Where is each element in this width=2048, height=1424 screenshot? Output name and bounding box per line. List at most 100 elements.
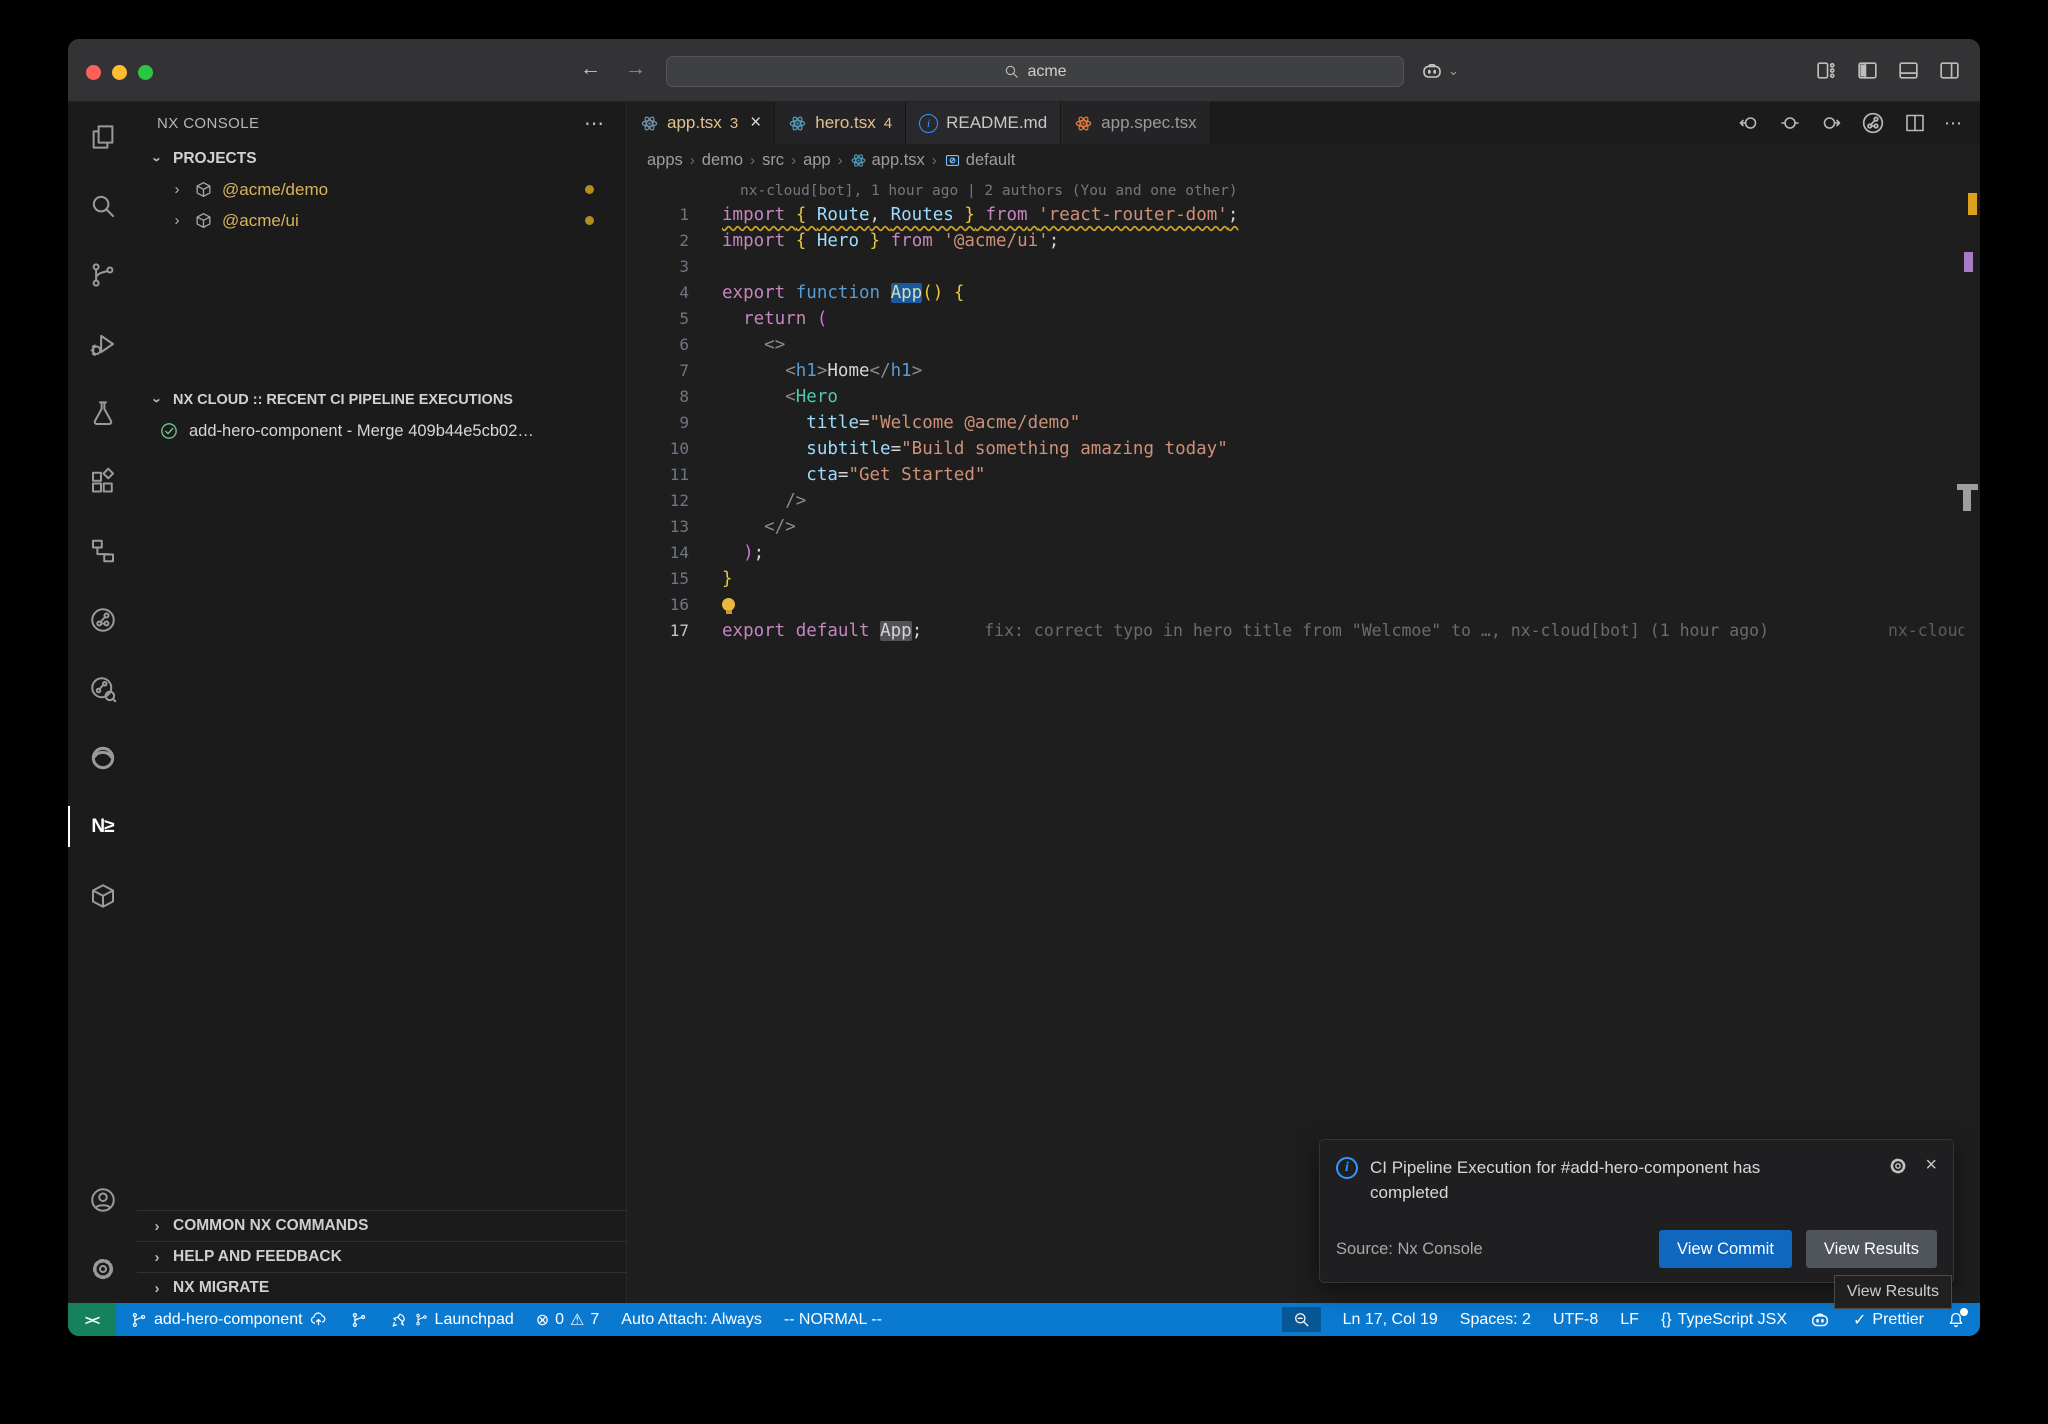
search-view-icon[interactable] [68, 171, 137, 240]
tab-readme-md[interactable]: i README.md [906, 102, 1061, 144]
breadcrumb-apps[interactable]: apps [647, 151, 683, 170]
code-line[interactable]: 12 /> [627, 488, 1980, 514]
nx-console-icon[interactable]: N≥ [68, 792, 137, 861]
symbol-icon [944, 152, 961, 169]
command-center-search[interactable]: acme [666, 56, 1404, 87]
code-line[interactable]: 6 <> [627, 332, 1980, 358]
bell-icon [1946, 1310, 1966, 1330]
code-line[interactable]: 8 <Hero [627, 384, 1980, 410]
more-actions-icon[interactable]: ⋯ [1944, 113, 1964, 134]
nav-forward-icon[interactable]: → [625, 57, 646, 81]
breadcrumb-demo[interactable]: demo [702, 151, 743, 170]
code-line[interactable]: 4export function App() { [627, 280, 1980, 306]
launchpad-item[interactable]: Launchpad [390, 1311, 514, 1329]
notification-settings-gear-icon[interactable] [1887, 1155, 1909, 1177]
project-details-icon[interactable] [68, 516, 137, 585]
containers-icon[interactable] [68, 861, 137, 930]
project-item-acme-demo[interactable]: › @acme/demo [137, 174, 626, 205]
notifications-bell[interactable] [1946, 1310, 1966, 1330]
accounts-icon[interactable] [68, 1165, 137, 1234]
close-window-button[interactable] [86, 65, 101, 80]
nav-forward-circle-icon[interactable] [1819, 111, 1843, 135]
code-line-content: export default App;fix: correct typo in … [689, 618, 1769, 644]
edge-browser-icon[interactable] [68, 723, 137, 792]
minimize-window-button[interactable] [112, 65, 127, 80]
check-circle-icon [159, 421, 179, 441]
code-line[interactable]: 17export default App;fix: correct typo i… [627, 618, 1980, 644]
tab-app-spec-tsx[interactable]: app.spec.tsx [1061, 102, 1210, 144]
code-line[interactable]: 3 [627, 254, 1980, 280]
chevron-right-icon: › [149, 1280, 165, 1297]
nx-graph-icon[interactable] [68, 585, 137, 654]
projects-section-header[interactable]: › PROJECTS [137, 144, 626, 174]
copilot-menu[interactable]: ⌄ [1420, 59, 1459, 83]
code-line[interactable]: 15} [627, 566, 1980, 592]
editor-group: app.tsx 3 × hero.tsx 4 i README.md app.s… [627, 102, 1980, 1303]
close-tab-icon[interactable]: × [750, 112, 761, 134]
source-control-icon[interactable] [68, 240, 137, 309]
vim-mode-item[interactable]: -- NORMAL -- [784, 1311, 882, 1329]
pipeline-execution-item[interactable]: add-hero-component - Merge 409b44e5cb02… [137, 415, 626, 447]
extensions-icon[interactable] [68, 447, 137, 516]
git-branch-item[interactable]: add-hero-component [130, 1310, 328, 1329]
eol-item[interactable]: LF [1620, 1311, 1639, 1329]
code-line[interactable]: 16 [627, 592, 1980, 618]
prettier-item[interactable]: ✓ Prettier [1853, 1310, 1924, 1330]
breadcrumb-symbol-default[interactable]: default [944, 151, 1016, 170]
zoom-out-icon [1292, 1310, 1311, 1329]
code-line[interactable]: 9 title="Welcome @acme/demo" [627, 410, 1980, 436]
section-common-nx-commands[interactable]: › COMMON NX COMMANDS [137, 1210, 626, 1241]
code-line[interactable]: 7 <h1>Home</h1> [627, 358, 1980, 384]
zoom-indicator[interactable] [1282, 1307, 1321, 1332]
remote-indicator[interactable]: >< [68, 1303, 116, 1336]
more-actions-icon[interactable]: ⋯ [584, 111, 606, 136]
nx-graph-action-icon[interactable] [1860, 110, 1886, 136]
close-notification-icon[interactable]: × [1925, 1155, 1937, 1205]
nx-cloud-section-header[interactable]: › NX CLOUD :: RECENT CI PIPELINE EXECUTI… [137, 385, 626, 415]
nav-back-circle-icon[interactable] [1737, 111, 1761, 135]
section-nx-migrate[interactable]: › NX MIGRATE [137, 1272, 626, 1303]
code-line[interactable]: 2import { Hero } from '@acme/ui'; [627, 228, 1980, 254]
code-line[interactable]: 1import { Route, Routes } from 'react-ro… [627, 202, 1980, 228]
code-line[interactable]: 11 cta="Get Started" [627, 462, 1980, 488]
code-line[interactable]: 14 ); [627, 540, 1980, 566]
run-debug-icon[interactable] [68, 309, 137, 378]
nav-back-icon[interactable]: ← [580, 57, 601, 81]
settings-gear-icon[interactable] [68, 1234, 137, 1303]
project-item-acme-ui[interactable]: › @acme/ui [137, 205, 626, 236]
breadcrumb-file[interactable]: app.tsx [850, 151, 925, 170]
customize-layout-icon[interactable] [1814, 58, 1839, 83]
explorer-icon[interactable] [68, 102, 137, 171]
language-mode-item[interactable]: {} TypeScript JSX [1661, 1311, 1787, 1329]
toggle-secondary-sidebar-icon[interactable] [1937, 58, 1962, 83]
code-line[interactable]: 13 </> [627, 514, 1980, 540]
inline-git-blame: fix: correct typo in hero title from "We… [922, 621, 1769, 640]
encoding-item[interactable]: UTF-8 [1553, 1311, 1598, 1329]
view-results-button[interactable]: View Results [1806, 1230, 1937, 1268]
problems-item[interactable]: ⊗ 0 ⚠ 7 [536, 1310, 600, 1330]
toggle-sidebar-icon[interactable] [1855, 58, 1880, 83]
nav-position-circle-icon[interactable] [1778, 111, 1802, 135]
lightbulb-icon[interactable] [722, 598, 735, 611]
line-number: 16 [627, 592, 689, 618]
view-commit-button[interactable]: View Commit [1659, 1230, 1792, 1268]
code-line[interactable]: 10 subtitle="Build something amazing tod… [627, 436, 1980, 462]
toggle-panel-icon[interactable] [1896, 58, 1921, 83]
section-help-and-feedback[interactable]: › HELP AND FEEDBACK [137, 1241, 626, 1272]
indentation-item[interactable]: Spaces: 2 [1460, 1311, 1531, 1329]
tab-hero-tsx[interactable]: hero.tsx 4 [775, 102, 906, 144]
breadcrumb-app[interactable]: app [803, 151, 831, 170]
cursor-position-item[interactable]: Ln 17, Col 19 [1343, 1311, 1438, 1329]
overview-ruler-modified-marker [1964, 252, 1973, 272]
copilot-status-item[interactable] [1809, 1309, 1831, 1331]
auto-attach-item[interactable]: Auto Attach: Always [621, 1311, 762, 1329]
tab-app-tsx[interactable]: app.tsx 3 × [627, 102, 775, 144]
source-control-graph-item[interactable] [350, 1311, 368, 1329]
maximize-window-button[interactable] [138, 65, 153, 80]
split-editor-icon[interactable] [1903, 111, 1927, 135]
code-line[interactable]: 5 return ( [627, 306, 1980, 332]
breadcrumb-src[interactable]: src [762, 151, 784, 170]
line-number: 6 [627, 332, 689, 358]
nx-graph-focus-icon[interactable] [68, 654, 137, 723]
testing-icon[interactable] [68, 378, 137, 447]
